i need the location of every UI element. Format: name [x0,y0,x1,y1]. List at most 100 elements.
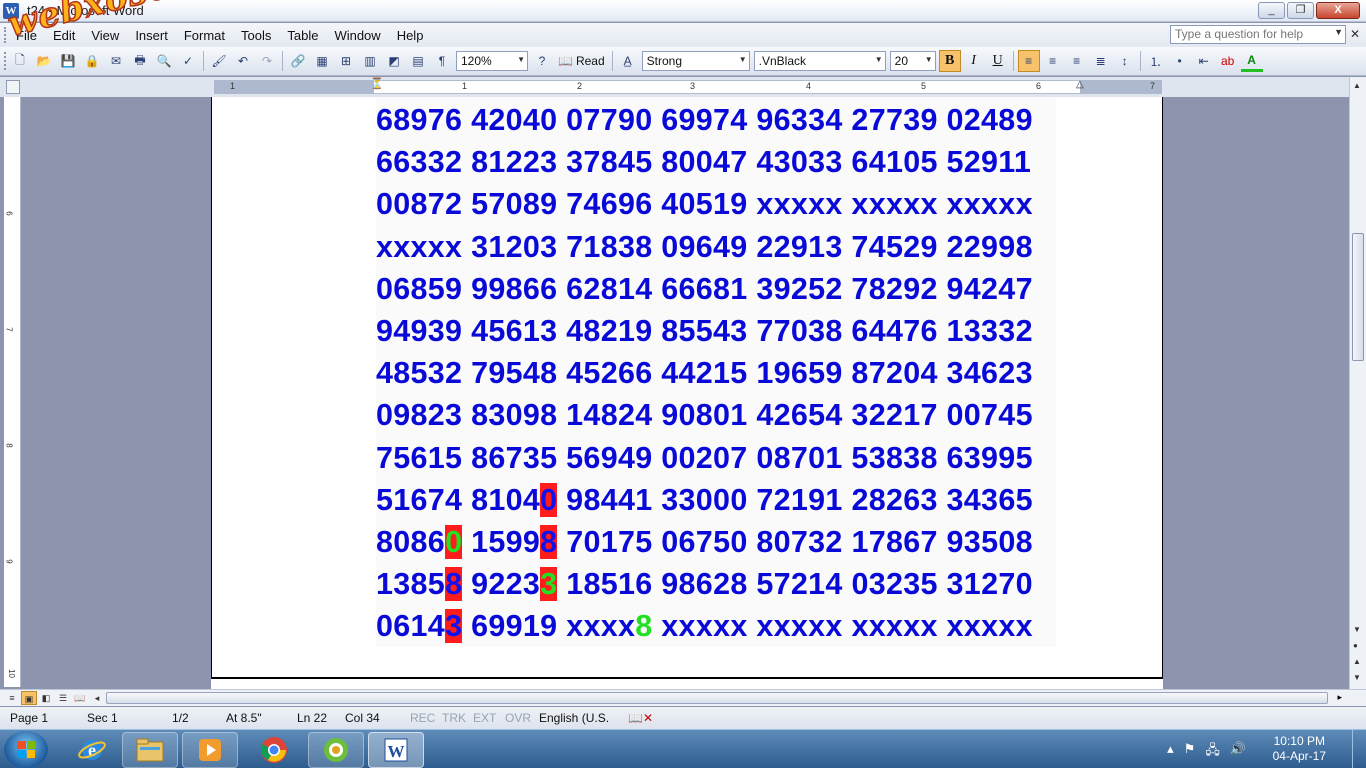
open-folder-icon[interactable]: 📂 [33,50,55,72]
status-trk[interactable]: TRK [442,711,466,725]
select-browse-object-icon[interactable]: ● [1353,641,1358,650]
network-icon[interactable]: 🖧 [1205,741,1220,763]
format-painter-icon[interactable]: 🖌 [208,50,230,72]
scroll-thumb[interactable] [1352,233,1364,361]
styles-icon[interactable]: A̲ [617,50,639,72]
action-center-icon[interactable]: ⚑ [1184,741,1196,763]
align-right-icon[interactable]: ≡ [1066,50,1088,72]
help-search-input[interactable]: Type a question for help ▼ [1170,25,1346,44]
menu-view[interactable]: View [83,26,127,45]
document-content[interactable]: 55105 75585 20890 80192 57280 95550 2882… [376,97,1056,648]
undo-icon[interactable]: ↶ [232,50,254,72]
document-line[interactable]: 00872 57089 74696 40519 xxxxx xxxxx xxxx… [376,183,1056,226]
spelling-status-icon[interactable]: 📖✕ [628,711,653,725]
status-ext[interactable]: EXT [473,711,496,725]
read-button[interactable]: 📖 Read [554,54,609,68]
columns-icon[interactable]: ▥ [359,50,381,72]
toolbar-grip[interactable] [4,52,8,70]
style-select[interactable]: Strong ▼ [641,51,750,71]
document-page[interactable]: 55105 75585 20890 80192 57280 95550 2882… [211,97,1163,686]
clock[interactable]: 10:10 PM 04-Apr-17 [1273,734,1326,764]
unikey-icon[interactable] [308,732,364,768]
new-document-icon[interactable]: 🗋 [9,50,31,72]
status-rec[interactable]: REC [410,711,435,725]
horizontal-scroll-thumb[interactable] [106,692,1328,704]
normal-view-icon[interactable]: ≡ [4,691,20,705]
zoom-select[interactable]: 120% ▼ [456,51,528,71]
document-line[interactable]: 06859 99866 62814 66681 39252 78292 9424… [376,267,1056,310]
menu-tools[interactable]: Tools [233,26,279,45]
line-spacing-icon[interactable]: ↕ [1114,50,1136,72]
media-player-icon[interactable] [182,732,238,768]
bullets-icon[interactable]: • [1169,50,1191,72]
document-line[interactable]: 66332 81223 37845 80047 43033 64105 5291… [376,141,1056,184]
indent-marker-icon[interactable]: ⏳ [370,77,384,90]
status-ovr[interactable]: OVR [505,711,531,725]
previous-page-icon[interactable]: ▲ [1353,657,1361,666]
redo-icon[interactable]: ↷ [256,50,278,72]
highlight-icon[interactable]: ab [1217,50,1239,72]
bold-button[interactable]: B [938,50,961,72]
font-color-button[interactable]: A [1240,50,1263,72]
scroll-left-icon[interactable]: ◂ [89,691,105,705]
internet-explorer-icon[interactable]: e [64,732,120,768]
insert-table-icon[interactable]: ⊞ [335,50,357,72]
status-language[interactable]: English (U.S. [539,711,609,725]
menu-window[interactable]: Window [326,26,388,45]
word-taskbar-icon[interactable]: W [368,732,424,768]
italic-button[interactable]: I [963,50,985,72]
menu-help[interactable]: Help [389,26,432,45]
document-line[interactable]: 09823 83098 14824 90801 42654 32217 0074… [376,394,1056,437]
print-preview-icon[interactable]: 🔍 [153,50,175,72]
reading-view-icon[interactable]: 📖 [72,691,88,705]
document-line[interactable]: 51674 81040 98441 33000 72191 28263 3436… [376,478,1056,521]
left-margin-handle[interactable] [214,80,374,94]
hyperlink-icon[interactable]: 🔗 [287,50,309,72]
font-select[interactable]: .VnBlack ▼ [753,51,886,71]
drawing-icon[interactable]: ◩ [383,50,405,72]
right-indent-marker-icon[interactable]: △ [1076,79,1084,90]
document-line[interactable]: 75615 86735 56949 00207 08701 53838 6399… [376,436,1056,479]
menu-format[interactable]: Format [176,26,233,45]
underline-button[interactable]: U [987,50,1009,72]
document-line[interactable]: 68976 42040 07790 69974 96334 27739 0248… [376,99,1056,142]
tray-expand-icon[interactable]: ▴ [1167,741,1174,763]
scroll-down-icon[interactable]: ▼ [1353,625,1361,634]
print-icon[interactable]: 🖶 [129,50,151,72]
next-page-icon[interactable]: ▼ [1353,673,1361,682]
print-layout-icon[interactable]: ▣ [21,691,37,705]
start-button[interactable] [4,731,48,768]
font-size-select[interactable]: 20 ▼ [889,51,936,71]
justify-icon[interactable]: ≣ [1090,50,1112,72]
close-button[interactable]: X [1316,2,1360,19]
restore-button[interactable]: ❐ [1287,2,1314,19]
document-area[interactable]: 55105 75585 20890 80192 57280 95550 2882… [24,97,1349,689]
document-line[interactable]: 13858 92233 18516 98628 57214 03235 3127… [376,563,1056,606]
spelling-icon[interactable]: ✓ [177,50,199,72]
document-line[interactable]: 94939 45613 48219 85543 77038 64476 1333… [376,309,1056,353]
chrome-icon[interactable] [246,732,302,768]
scroll-up-icon[interactable]: ▲ [1353,81,1361,90]
show-hide-icon[interactable]: ¶ [431,50,453,72]
vertical-scrollbar[interactable]: ▲ ▼ ● ▲ ▼ [1349,77,1366,689]
tab-selector[interactable] [6,80,20,94]
align-center-icon[interactable]: ≡ [1042,50,1064,72]
save-icon[interactable]: 💾 [57,50,79,72]
permission-icon[interactable]: 🔒 [81,50,103,72]
outline-view-icon[interactable]: ☰ [55,691,71,705]
volume-icon[interactable]: 🔊 [1230,741,1246,763]
decrease-indent-icon[interactable]: ⇤ [1193,50,1215,72]
numbering-icon[interactable]: ⒈ [1145,50,1167,72]
help-icon[interactable]: ? [531,50,553,72]
show-desktop-button[interactable] [1352,730,1366,768]
menu-table[interactable]: Table [279,26,326,45]
document-line[interactable]: xxxxx 31203 71838 09649 22913 74529 2299… [376,225,1056,268]
document-line[interactable]: 06143 69919 xxxx8 xxxxx xxxxx xxxxx xxxx… [376,605,1056,648]
web-layout-icon[interactable]: ◧ [38,691,54,705]
email-icon[interactable]: ✉ [105,50,127,72]
document-map-icon[interactable]: ▤ [407,50,429,72]
align-left-icon[interactable]: ≡ [1017,50,1040,72]
chevron-down-icon[interactable]: ▼ [1334,27,1343,37]
tables-borders-icon[interactable]: ▦ [311,50,333,72]
file-explorer-icon[interactable] [122,732,178,768]
